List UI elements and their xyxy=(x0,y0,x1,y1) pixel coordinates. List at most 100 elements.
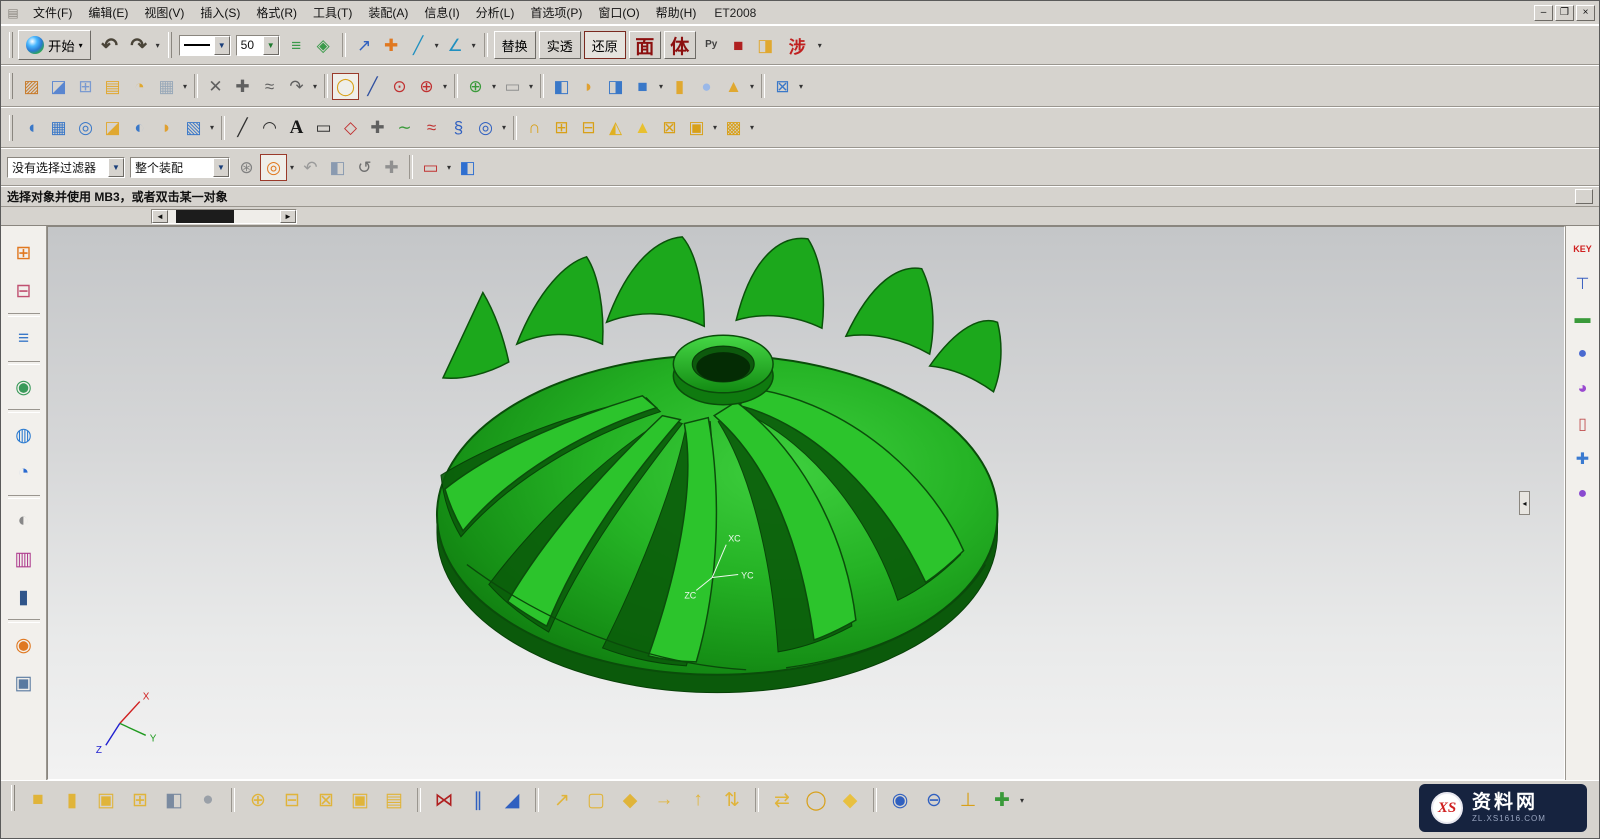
reuse-library-icon[interactable]: ◉ xyxy=(7,370,41,404)
replace-button[interactable]: 替换 xyxy=(494,31,536,59)
dropdown-arrow-icon[interactable]: ▾ xyxy=(815,32,825,59)
assembly-cross-icon[interactable]: ✚ xyxy=(1570,446,1596,472)
menu-preferences[interactable]: 首选项(P) xyxy=(522,2,590,23)
scrollbar-track[interactable] xyxy=(168,210,280,223)
menu-edit[interactable]: 编辑(E) xyxy=(80,2,136,23)
viewport-canvas[interactable]: XC YC ZC X Y Z xyxy=(48,227,1564,779)
sheet-body-icon[interactable]: ◨ xyxy=(602,73,629,100)
purple-capsule-icon[interactable]: ◕ xyxy=(1570,376,1596,402)
extrude-body-icon[interactable]: ◧ xyxy=(548,73,575,100)
dropdown-arrow-icon[interactable]: ▾ xyxy=(469,32,479,59)
block-feature-icon[interactable]: ■ xyxy=(23,785,53,815)
iso-view-icon[interactable]: ◧ xyxy=(454,154,481,181)
restore-button[interactable]: ❐ xyxy=(1555,5,1574,21)
film-roll-icon[interactable]: ◧ xyxy=(159,785,189,815)
four-point-surface-icon[interactable]: ◖ xyxy=(18,114,45,141)
sketch-icon[interactable]: ▨ xyxy=(18,73,45,100)
measure-angle-icon[interactable]: ∠ xyxy=(442,32,469,59)
dropdown-arrow-icon[interactable]: ▾ xyxy=(747,73,757,100)
impeller-model[interactable] xyxy=(437,237,1001,693)
assembly-navigator-icon[interactable]: ⊞ xyxy=(7,236,41,270)
conic-icon[interactable]: ⊕ xyxy=(413,73,440,100)
pull-face-icon[interactable]: ↑ xyxy=(683,785,713,815)
emboss-feature-icon[interactable]: ▣ xyxy=(345,785,375,815)
red-block-icon[interactable]: ■ xyxy=(725,32,752,59)
scroll-right-arrow-icon[interactable]: ► xyxy=(280,210,296,223)
dropdown-arrow-icon[interactable]: ▾ xyxy=(153,32,163,59)
patch-body-icon[interactable]: ◆ xyxy=(835,785,865,815)
datum-face-icon[interactable]: ▭ xyxy=(499,73,526,100)
bridge-curve-icon[interactable]: ∩ xyxy=(521,114,548,141)
selection-scope-combo[interactable]: 整个装配 ▼ xyxy=(130,157,230,178)
shell-feature-icon[interactable]: ▢ xyxy=(581,785,611,815)
combined-projection-icon[interactable]: ⊟ xyxy=(575,114,602,141)
boolean-icon[interactable]: ⊕ xyxy=(462,73,489,100)
dropdown-arrow-icon[interactable]: ▾ xyxy=(287,154,297,181)
line-tool-icon[interactable]: ╱ xyxy=(229,114,256,141)
associative-copy-icon[interactable]: ◯ xyxy=(332,73,359,100)
dropdown-arrow-icon[interactable]: ▾ xyxy=(1017,787,1027,814)
split-body-icon[interactable]: ∥ xyxy=(463,785,493,815)
toolbar-grip[interactable] xyxy=(9,73,13,99)
section-curve-icon[interactable]: ▲ xyxy=(629,114,656,141)
swept-surface-icon[interactable]: ◗ xyxy=(153,114,180,141)
point-tool-icon[interactable]: ✚ xyxy=(364,114,391,141)
system-scenes-icon[interactable]: ▣ xyxy=(7,666,41,700)
start-button[interactable]: 开始 ▾ xyxy=(18,30,91,60)
undo-button[interactable]: ↶ xyxy=(96,31,124,59)
revolve-icon[interactable]: ◔ xyxy=(126,73,153,100)
web-browser-icon[interactable]: ◍ xyxy=(7,418,41,452)
point-set-icon[interactable]: ✚ xyxy=(229,73,256,100)
shaded-view-icon[interactable]: ◧ xyxy=(324,154,351,181)
offset-curve-icon[interactable]: ▣ xyxy=(683,114,710,141)
system-materials-icon[interactable]: ◐ xyxy=(7,504,41,538)
layer-combo[interactable]: 50 ▼ xyxy=(236,35,280,56)
dropdown-arrow-icon[interactable]: ▾ xyxy=(499,114,509,141)
rotate-view-icon[interactable]: ↺ xyxy=(351,154,378,181)
wcs-dynamics-icon[interactable]: ✚ xyxy=(378,32,405,59)
palette-icon[interactable]: ▥ xyxy=(7,542,41,576)
toolbar-grip[interactable] xyxy=(168,32,172,58)
extract-curve-icon[interactable]: ⊠ xyxy=(656,114,683,141)
shaded-translucent-button[interactable]: 实透 xyxy=(539,31,581,59)
measure-distance-icon[interactable]: ╱ xyxy=(405,32,432,59)
move-face-icon[interactable]: → xyxy=(649,785,679,815)
mesh-surface-icon[interactable]: ▦ xyxy=(45,114,72,141)
visual-reports-icon[interactable]: ▮ xyxy=(7,580,41,614)
menu-window[interactable]: 窗口(O) xyxy=(590,2,647,23)
line-icon[interactable]: ╱ xyxy=(359,73,386,100)
constraint-icon[interactable]: ⊥ xyxy=(953,785,983,815)
extrude-icon[interactable]: ▤ xyxy=(99,73,126,100)
prompt-corner-box[interactable] xyxy=(1575,189,1593,204)
render-button[interactable]: 涉 xyxy=(781,31,814,59)
sweep-body-icon[interactable]: ◗ xyxy=(575,73,602,100)
point-icon[interactable]: ✕ xyxy=(202,73,229,100)
menu-file[interactable]: 文件(F) xyxy=(25,2,80,23)
ruled-surface-icon[interactable]: ◪ xyxy=(99,114,126,141)
snap-point-icon[interactable]: ◎ xyxy=(260,154,287,181)
replace-face-icon[interactable]: ⇄ xyxy=(767,785,797,815)
dropdown-arrow-icon[interactable]: ▾ xyxy=(656,73,666,100)
text-tool-icon[interactable]: A xyxy=(283,114,310,141)
toolbar-grip[interactable] xyxy=(9,32,13,58)
helix-icon[interactable]: § xyxy=(445,114,472,141)
pan-view-icon[interactable]: ✚ xyxy=(378,154,405,181)
dropdown-arrow-icon[interactable]: ▾ xyxy=(180,73,190,100)
test-tube-icon[interactable]: ▯ xyxy=(1570,411,1596,437)
resource-bar-collapse-handle[interactable]: ◂ xyxy=(1519,491,1530,515)
redo-button[interactable]: ↷ xyxy=(125,31,153,59)
layer-settings-icon[interactable]: ≡ xyxy=(283,32,310,59)
dropdown-arrow-icon[interactable]: ▾ xyxy=(207,114,217,141)
machining-part-icon[interactable]: ▬ xyxy=(1570,306,1596,332)
stacked-blocks-icon[interactable]: ⊞ xyxy=(125,785,155,815)
linked-body-icon[interactable]: ◯ xyxy=(801,785,831,815)
interpart-link-icon[interactable]: ⊛ xyxy=(233,154,260,181)
section-block-icon[interactable]: ◨ xyxy=(752,32,779,59)
polygon-tool-icon[interactable]: ◇ xyxy=(337,114,364,141)
part-navigator-icon[interactable]: ≡ xyxy=(7,322,41,356)
intersection-curve-icon[interactable]: ◭ xyxy=(602,114,629,141)
spline-icon[interactable]: ≈ xyxy=(256,73,283,100)
cylinder-primitive-icon[interactable]: ▮ xyxy=(666,73,693,100)
cylinder-feature-icon[interactable]: ▮ xyxy=(57,785,87,815)
wrap-curve-icon[interactable]: ▩ xyxy=(720,114,747,141)
